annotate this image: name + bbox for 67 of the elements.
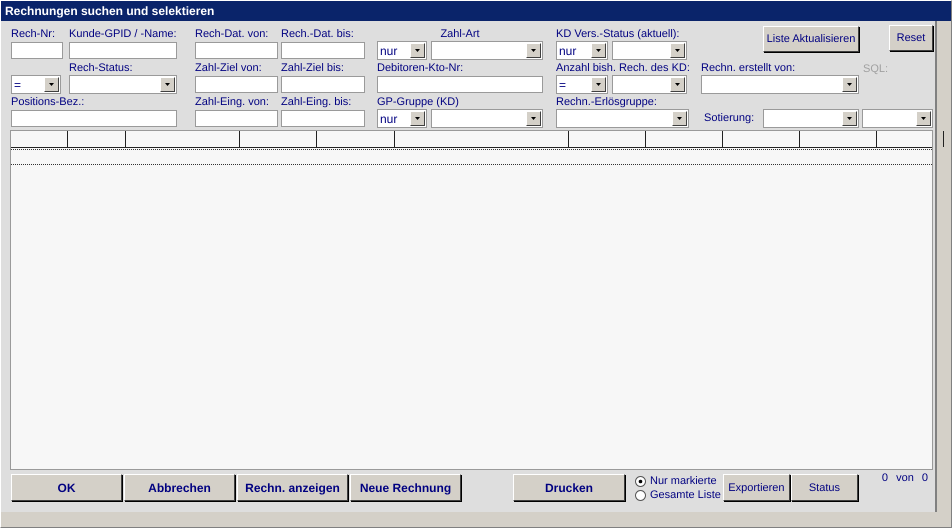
input-field[interactable] <box>195 110 278 127</box>
radio-option[interactable]: Gesamte Liste <box>635 488 721 502</box>
field-label: Positions-Bez.: <box>11 96 84 109</box>
input-field[interactable] <box>69 42 177 59</box>
caret-icon[interactable] <box>160 77 175 92</box>
caret-icon[interactable] <box>591 77 606 92</box>
selected-row[interactable] <box>11 149 932 165</box>
field-label: Sotierung: <box>704 112 754 125</box>
input-field[interactable] <box>377 76 543 93</box>
field-label: Kunde-GPID / -Name: <box>69 28 177 41</box>
field-label: Rech-Status: <box>69 62 133 75</box>
field-label: Zahl-Ziel bis: <box>281 62 344 75</box>
sql-label: SQL: <box>863 63 888 75</box>
input-field[interactable] <box>281 110 365 127</box>
caret-icon[interactable] <box>44 77 59 92</box>
action-button[interactable]: Rechn. anzeigen <box>237 474 348 501</box>
dropdown[interactable] <box>862 109 933 128</box>
field-label: Zahl-Ziel von: <box>195 62 262 75</box>
radio-option[interactable]: Nur markierte <box>635 474 721 488</box>
action-button[interactable]: Neue Rechnung <box>350 474 461 501</box>
record-count: 0 von 0 <box>882 472 928 484</box>
field-label: Rech.-Dat. bis: <box>281 28 354 41</box>
export-button[interactable]: Exportieren <box>722 474 790 501</box>
operator-dropdown[interactable]: = <box>11 75 61 94</box>
field-label: Rechn.-Erlösgruppe: <box>556 96 657 109</box>
caret-icon[interactable] <box>842 111 857 126</box>
field-label: KD Vers.-Status (aktuell): <box>556 28 680 41</box>
input-field[interactable] <box>11 110 177 127</box>
caret-icon[interactable] <box>526 43 541 58</box>
caret-icon[interactable] <box>410 111 425 126</box>
caret-icon[interactable] <box>842 77 857 92</box>
field-label: GP-Gruppe (KD) <box>377 96 459 109</box>
field-label: Rechn. erstellt von: <box>701 62 796 75</box>
field-label: Debitoren-Kto-Nr: <box>377 62 464 75</box>
input-field[interactable] <box>281 76 365 93</box>
caret-icon[interactable] <box>591 43 606 58</box>
radio-icon[interactable] <box>635 476 646 486</box>
field-label: Anzahl bish. Rech. des KD: <box>556 62 690 75</box>
field-label: Rech-Nr: <box>11 28 56 41</box>
input-field[interactable] <box>195 42 278 59</box>
input-field[interactable] <box>281 42 365 59</box>
action-button[interactable]: OK <box>11 474 122 501</box>
operator-dropdown[interactable]: nur <box>377 41 427 60</box>
operator-dropdown[interactable]: nur <box>377 109 427 128</box>
field-label: Zahl-Art <box>440 28 480 41</box>
print-button[interactable]: Drucken <box>513 474 625 501</box>
status-button[interactable]: Status <box>790 474 858 501</box>
input-field[interactable] <box>195 76 278 93</box>
field-label: Rech-Dat. von: <box>195 28 268 41</box>
reset-button[interactable]: Reset <box>889 25 933 51</box>
input-field[interactable] <box>11 42 63 59</box>
dropdown[interactable] <box>612 75 687 94</box>
caret-icon[interactable] <box>916 111 931 126</box>
caret-icon[interactable] <box>670 43 685 58</box>
action-button[interactable]: Abbrechen <box>124 474 235 501</box>
caret-icon[interactable] <box>672 111 687 126</box>
radio-icon[interactable] <box>635 490 646 500</box>
refresh-list-button[interactable]: Liste Aktualisieren <box>763 26 859 52</box>
dropdown[interactable] <box>612 41 687 60</box>
operator-dropdown[interactable]: nur <box>556 41 608 60</box>
caret-icon[interactable] <box>410 43 425 58</box>
field-label: Zahl-Eing. bis: <box>281 96 352 109</box>
caret-icon[interactable] <box>526 111 541 126</box>
operator-dropdown[interactable]: = <box>556 75 608 94</box>
field-label: Zahl-Eing. von: <box>195 96 269 109</box>
caret-icon[interactable] <box>670 77 685 92</box>
window-title: Rechnungen suchen und selektieren <box>1 1 951 21</box>
